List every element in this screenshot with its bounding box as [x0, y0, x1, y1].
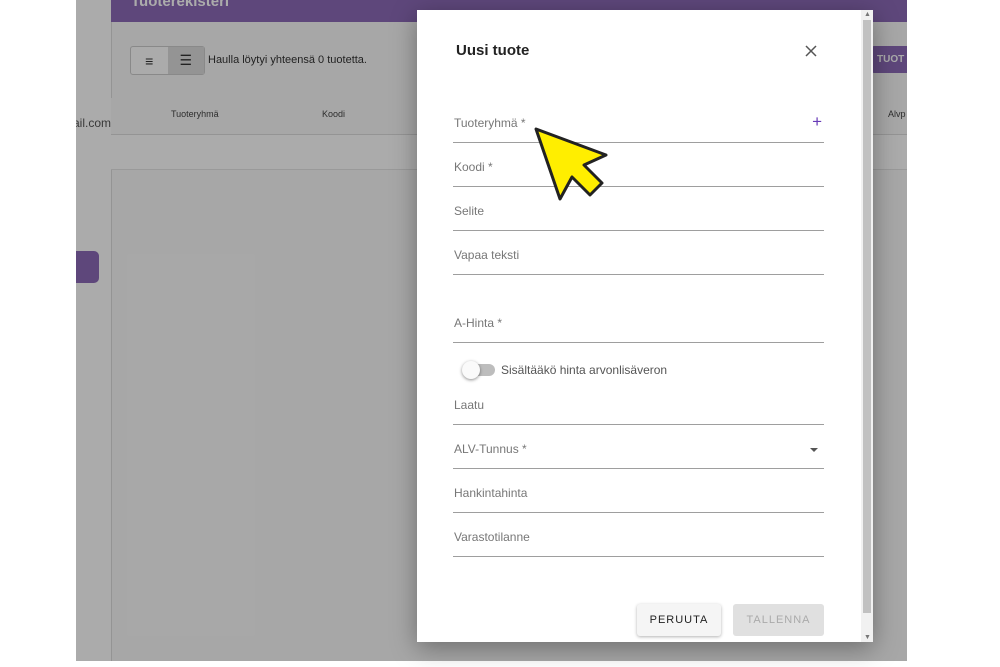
- scroll-up-icon[interactable]: ▲: [864, 11, 871, 18]
- dialog-title: Uusi tuote: [456, 42, 530, 59]
- close-icon: [805, 45, 817, 57]
- field-label: Koodi *: [454, 160, 493, 174]
- new-product-dialog: Uusi tuote Tuoteryhmä * + Koodi * Selite…: [417, 10, 873, 642]
- field-label: Laatu: [454, 398, 485, 412]
- a-hinta-field[interactable]: A-Hinta *: [453, 312, 824, 343]
- koodi-field[interactable]: Koodi *: [453, 156, 824, 187]
- selite-field[interactable]: Selite: [453, 200, 824, 231]
- field-label: A-Hinta *: [454, 316, 503, 330]
- chevron-down-icon[interactable]: [810, 448, 818, 452]
- add-icon[interactable]: +: [812, 113, 822, 131]
- field-label: Hankintahinta: [454, 486, 528, 500]
- scroll-down-icon[interactable]: ▼: [864, 634, 871, 641]
- varastotilanne-field[interactable]: Varastotilanne: [453, 526, 824, 557]
- pointer-cursor-icon: [534, 127, 608, 201]
- toggle-knob[interactable]: [462, 361, 480, 379]
- field-label: Tuoteryhmä *: [454, 116, 526, 130]
- laatu-field[interactable]: Laatu: [453, 394, 824, 425]
- field-label: ALV-Tunnus *: [454, 442, 527, 456]
- scrollbar-thumb[interactable]: [863, 20, 871, 613]
- hankintahinta-field[interactable]: Hankintahinta: [453, 482, 824, 513]
- field-label: Vapaa teksti: [454, 248, 520, 262]
- tuoteryhma-field[interactable]: Tuoteryhmä * +: [453, 112, 824, 143]
- field-label: Varastotilanne: [454, 530, 530, 544]
- vat-included-toggle[interactable]: [462, 361, 495, 379]
- save-button[interactable]: TALLENNA: [733, 604, 824, 636]
- scrollbar[interactable]: ▲ ▼: [861, 10, 873, 642]
- vat-included-label: Sisältääkö hinta arvonlisäveron: [501, 363, 668, 377]
- alv-tunnus-select[interactable]: ALV-Tunnus *: [453, 438, 824, 469]
- cancel-button[interactable]: PERUUTA: [637, 604, 721, 636]
- close-button[interactable]: [800, 40, 822, 62]
- field-label: Selite: [454, 204, 485, 218]
- vapaa-teksti-field[interactable]: Vapaa teksti: [453, 244, 824, 275]
